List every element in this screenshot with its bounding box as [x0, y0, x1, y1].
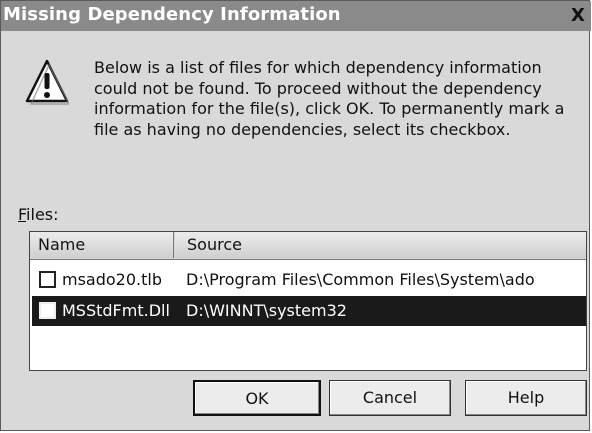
- column-header-source[interactable]: Source: [175, 232, 586, 258]
- file-source: D:\Program Files\Common Files\System\ado: [186, 270, 535, 289]
- files-label-text: iles:: [26, 205, 59, 224]
- row-checkbox[interactable]: [39, 302, 56, 319]
- row-checkbox[interactable]: [39, 271, 56, 288]
- ok-button[interactable]: OK: [193, 380, 321, 416]
- list-row-selected[interactable]: MSStdFmt.Dll D:\WINNT\system32: [32, 296, 586, 326]
- file-name: msado20.tlb: [62, 270, 162, 289]
- dialog-message: Below is a list of files for which depen…: [94, 58, 565, 139]
- close-button[interactable]: X: [567, 6, 589, 26]
- missing-dependency-dialog: Missing Dependency Information X Below i…: [0, 0, 591, 431]
- file-name: MSStdFmt.Dll: [62, 301, 170, 320]
- column-header-name[interactable]: Name: [30, 232, 174, 258]
- file-source: D:\WINNT\system32: [186, 301, 347, 320]
- warning-icon: [25, 59, 69, 105]
- title-bar[interactable]: Missing Dependency Information X: [1, 1, 591, 31]
- files-label-accelerator: F: [18, 205, 27, 224]
- cancel-button[interactable]: Cancel: [329, 380, 451, 416]
- dialog-title: Missing Dependency Information: [3, 4, 341, 25]
- files-label: Files:: [18, 205, 59, 225]
- files-list[interactable]: Name Source msado20.tlb D:\Program Files…: [29, 231, 587, 371]
- list-row[interactable]: msado20.tlb D:\Program Files\Common File…: [32, 265, 586, 295]
- help-button[interactable]: Help: [465, 380, 587, 416]
- list-header: Name Source: [30, 232, 586, 260]
